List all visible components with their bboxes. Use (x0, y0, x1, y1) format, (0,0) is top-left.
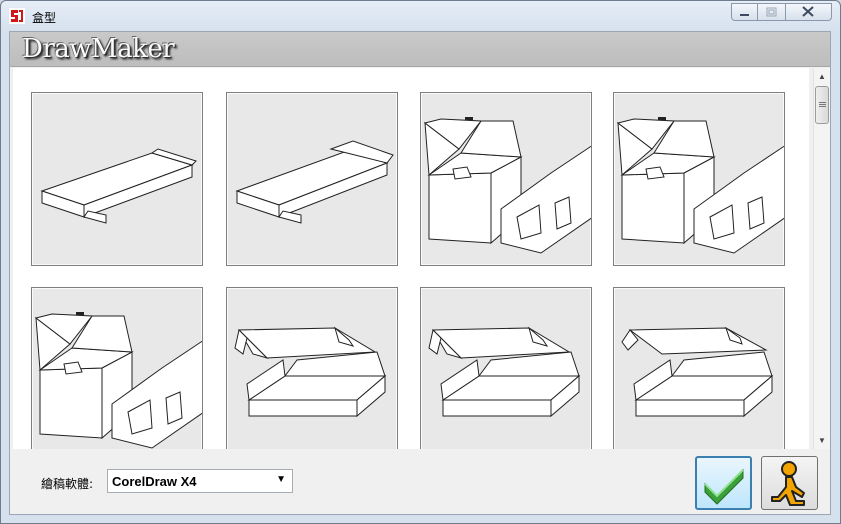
close-button[interactable] (786, 3, 832, 21)
confirm-button[interactable] (695, 456, 752, 510)
gallery-scrollbar[interactable]: ▲ ▼ (813, 68, 830, 449)
running-man-icon (771, 461, 805, 506)
app-window: 盒型 DrawMaker ▲ ▼ 繪稿軟體: CorelDraw X4 ▼ (0, 0, 841, 524)
software-select[interactable]: CorelDraw X4 ▼ (107, 469, 293, 493)
close-icon (802, 6, 814, 17)
client-area: DrawMaker ▲ ▼ 繪稿軟體: CorelDraw X4 ▼ (9, 31, 831, 515)
box-thumb-4[interactable] (613, 92, 785, 266)
carton-box-open-icon (616, 117, 784, 254)
box-thumb-8[interactable] (613, 287, 785, 449)
box-thumb-3[interactable] (420, 92, 592, 266)
carton-box-open-icon (423, 117, 591, 254)
box-type-gallery (13, 68, 809, 449)
box-thumb-1[interactable] (31, 92, 203, 266)
box-thumb-2[interactable] (226, 92, 398, 266)
scroll-up-icon[interactable]: ▲ (814, 68, 830, 85)
box-thumb-7[interactable] (420, 287, 592, 449)
tray-box-lid-icon (235, 140, 394, 224)
title-bar[interactable]: 盒型 (1, 1, 840, 31)
drawmaker-logo: DrawMaker (22, 34, 175, 64)
scrollbar-thumb[interactable] (815, 86, 829, 124)
box-thumb-5[interactable] (31, 287, 203, 449)
mailer-box-open-icon (428, 326, 581, 418)
chevron-down-icon[interactable]: ▼ (276, 474, 286, 485)
checkmark-icon (704, 468, 744, 505)
mailer-box-open-icon (234, 326, 387, 418)
software-select-value: CorelDraw X4 (112, 474, 197, 489)
user-button[interactable] (761, 456, 818, 510)
software-label: 繪稿軟體: (41, 477, 94, 491)
maximize-button[interactable] (758, 3, 786, 21)
banner: DrawMaker (10, 32, 830, 67)
app-logo-icon (9, 8, 25, 24)
carton-box-open-icon (34, 312, 202, 449)
restore-icon (766, 7, 777, 17)
box-thumb-6[interactable] (226, 287, 398, 449)
minimize-icon (740, 14, 749, 16)
window-title: 盒型 (32, 11, 57, 25)
tray-box-lid-icon (40, 148, 197, 224)
minimize-button[interactable] (731, 3, 758, 21)
mailer-box-open-icon (621, 326, 774, 418)
scroll-down-icon[interactable]: ▼ (814, 432, 830, 449)
